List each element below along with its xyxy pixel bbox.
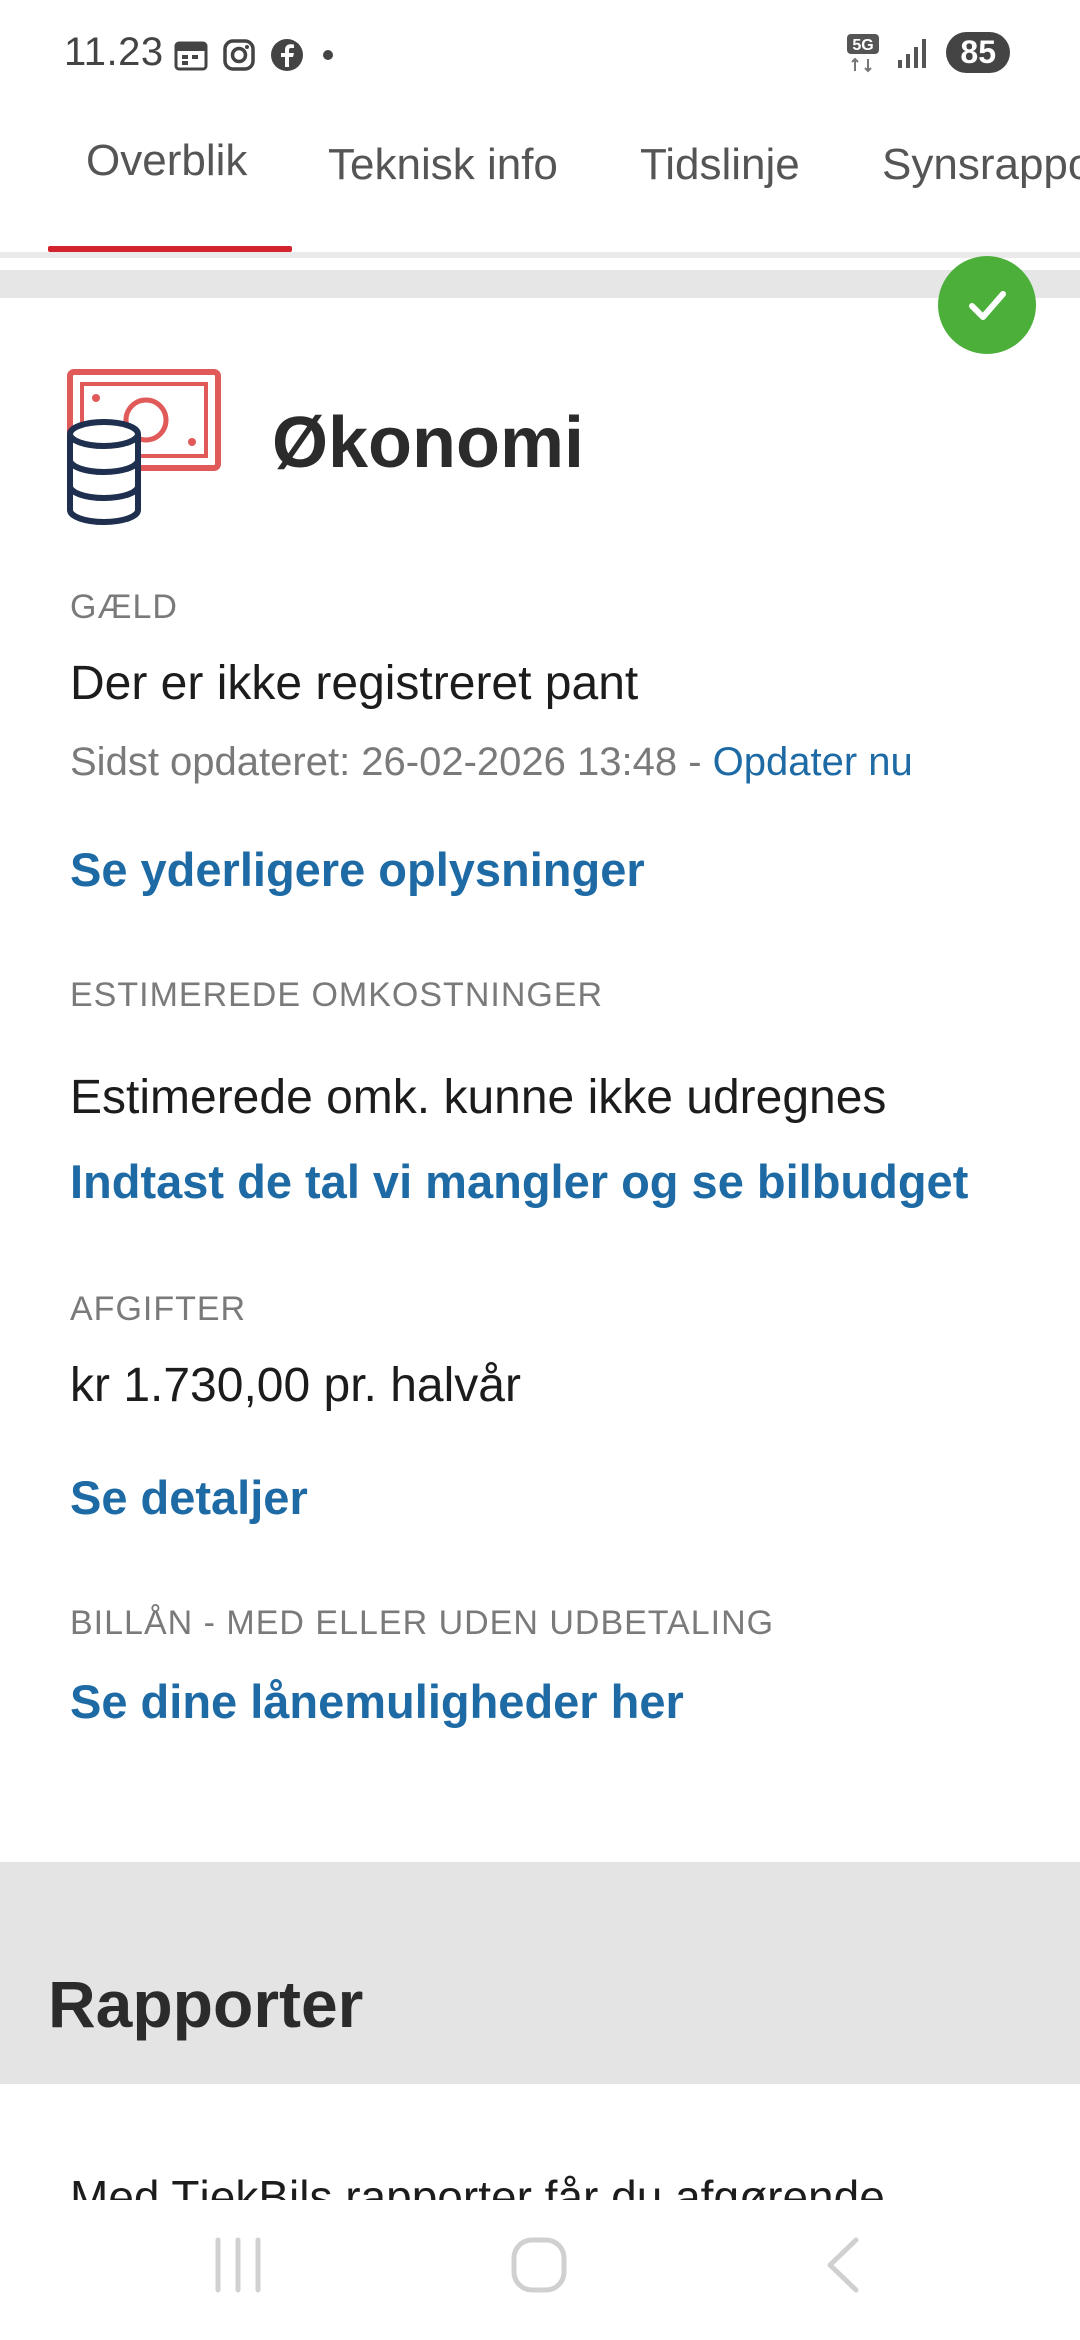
fees-details-link[interactable]: Se detaljer (70, 1470, 308, 1525)
facebook-icon (271, 39, 303, 71)
recent-apps-icon[interactable] (212, 2236, 264, 2294)
debt-label: GÆLD (70, 588, 178, 626)
system-nav-bar (0, 2200, 1080, 2340)
system-indicators: 5G 85 (846, 32, 1010, 73)
loan-options-link[interactable]: Se dine lånemuligheder her (70, 1674, 684, 1729)
loan-label: BILLÅN - MED ELLER UDEN UDBETALING (70, 1604, 775, 1642)
more-info-link[interactable]: Se yderligere oplysninger (70, 842, 645, 897)
tabs-divider (0, 252, 1080, 258)
update-now-link[interactable]: Opdater nu (713, 740, 913, 784)
notification-icons (174, 38, 338, 72)
fees-label: AFGIFTER (70, 1290, 247, 1328)
dot-icon (323, 50, 333, 60)
fees-value: kr 1.730,00 pr. halvår (70, 1359, 521, 1412)
economy-icon (67, 369, 221, 525)
home-icon[interactable] (510, 2236, 568, 2294)
status-check-badge (938, 256, 1036, 354)
tab-teknisk-info[interactable]: Teknisk info (328, 140, 558, 190)
tab-bar: Overblik Teknisk info Tidslinje Synsrapp… (0, 110, 1080, 258)
section-separator (0, 270, 1080, 298)
active-tab-indicator (48, 246, 292, 252)
status-time: 11.23 (64, 30, 164, 74)
calendar-icon (174, 41, 208, 71)
battery-indicator: 85 (946, 32, 1010, 73)
tab-overblik[interactable]: Overblik (86, 136, 247, 186)
checkmark-icon (969, 291, 1006, 320)
budget-link[interactable]: Indtast de tal vi mangler og se bilbudge… (70, 1154, 968, 1209)
debt-updated: Sidst opdateret: 26-02-2026 13:48 - Opda… (70, 740, 913, 785)
reports-title: Rapporter (48, 1967, 364, 2041)
status-bar: 11.23 5G 85 (0, 0, 1080, 110)
tab-synsrapport[interactable]: Synsrapport (882, 140, 1080, 190)
debt-value: Der er ikke registreret pant (70, 657, 639, 710)
svg-text:5G: 5G (853, 37, 874, 54)
tab-tidslinje[interactable]: Tidslinje (640, 140, 800, 190)
back-icon[interactable] (822, 2236, 862, 2294)
network-5g-icon: 5G (847, 33, 880, 72)
instagram-icon (223, 39, 255, 71)
signal-icon (898, 38, 927, 68)
section-title: Økonomi (272, 403, 585, 483)
debt-updated-text: Sidst opdateret: 26-02-2026 13:48 - (70, 740, 713, 784)
costs-value: Estimerede omk. kunne ikke udregnes (70, 1071, 887, 1124)
costs-label: ESTIMEREDE OMKOSTNINGER (70, 976, 604, 1014)
